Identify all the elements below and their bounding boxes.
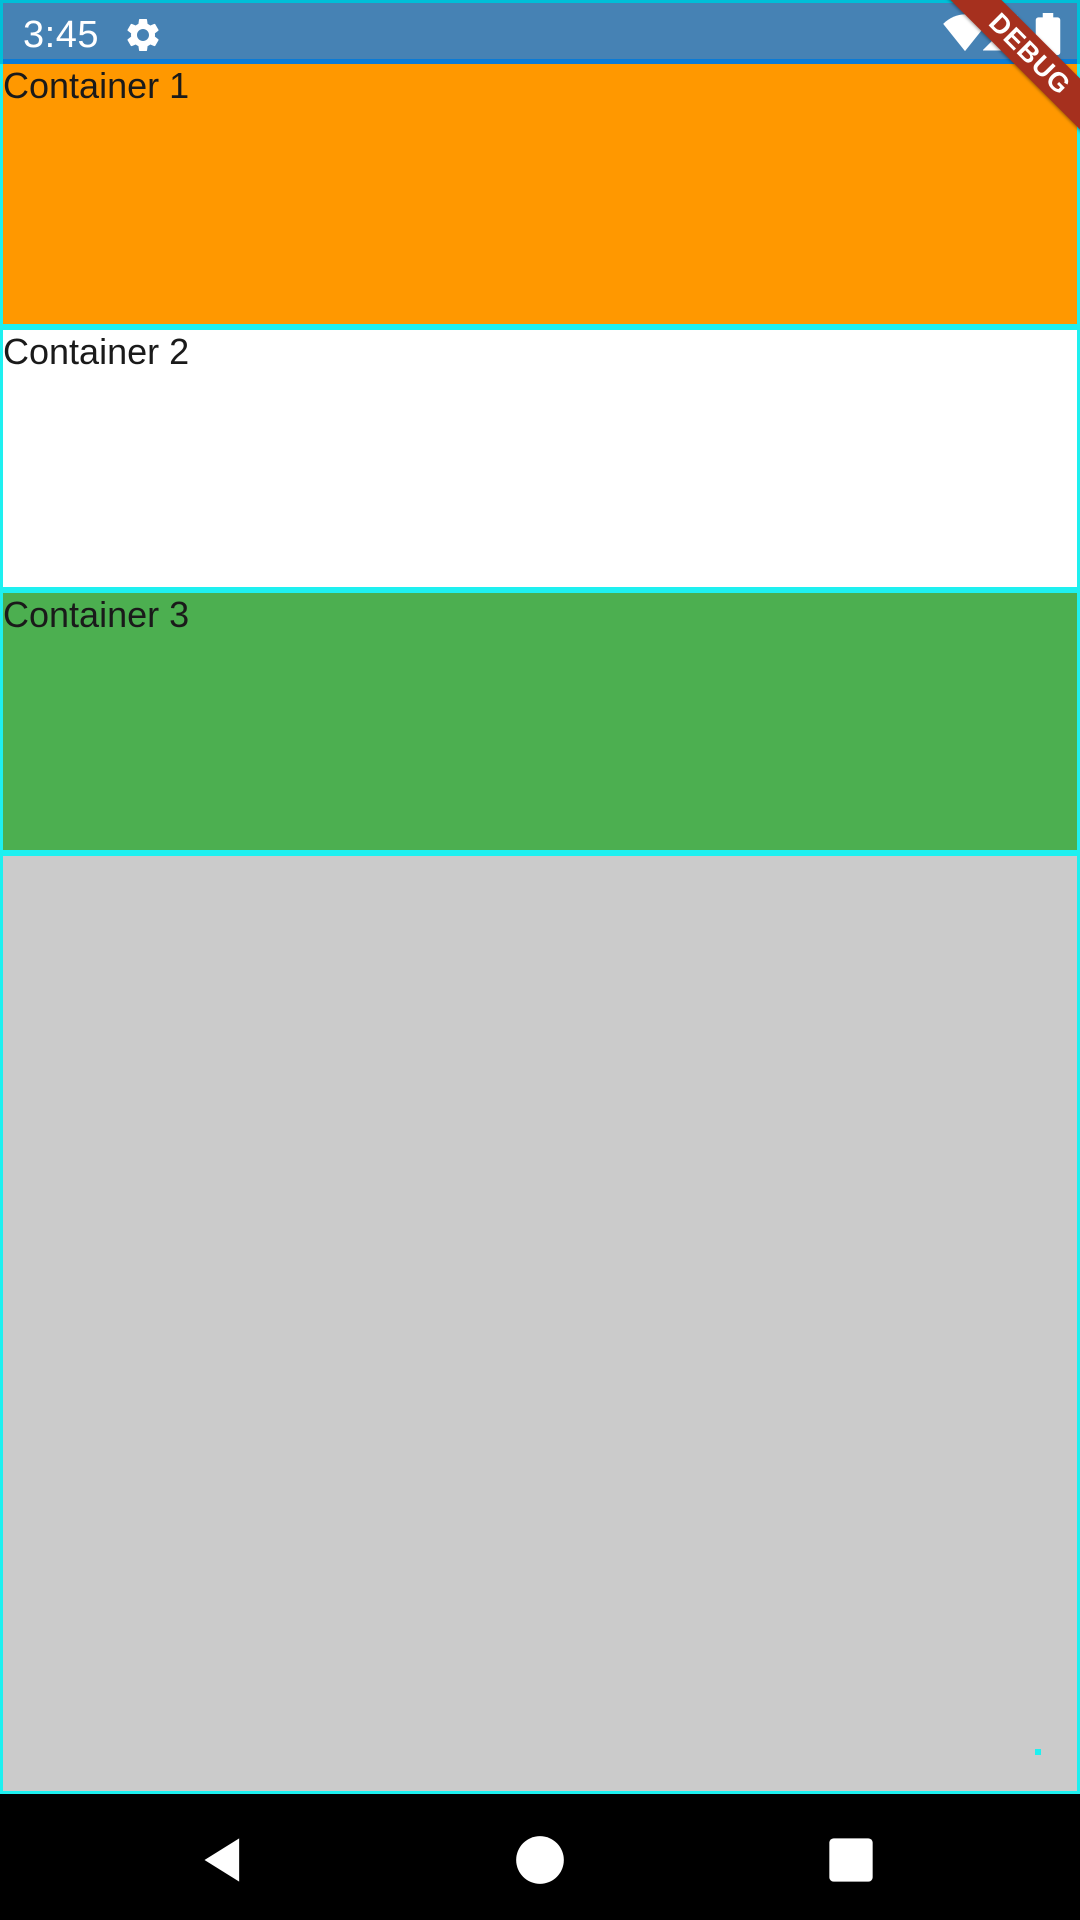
- gear-icon: [127, 18, 159, 51]
- container-1: Container 1: [0, 64, 1080, 327]
- back-icon[interactable]: [198, 1834, 250, 1886]
- signal-icon: [983, 15, 1018, 51]
- app-screen: 3:45 DEBUG Container 1 Container 2 Conta…: [0, 0, 1080, 1920]
- container-3: Container 3: [0, 590, 1080, 853]
- recents-icon[interactable]: [825, 1834, 877, 1886]
- content-column: Container 1 Container 2 Container 3: [0, 64, 1080, 1794]
- container-1-label: Container 1: [3, 65, 190, 106]
- debug-marker-dot: [1035, 1749, 1041, 1755]
- container-3-label: Container 3: [3, 594, 190, 635]
- status-time: 3:45: [23, 14, 99, 56]
- wifi-icon: [943, 14, 987, 52]
- home-icon[interactable]: [514, 1834, 566, 1886]
- container-4: [0, 853, 1080, 1794]
- container-2-label: Container 2: [3, 331, 190, 372]
- status-bar: 3:45: [0, 0, 1080, 64]
- container-2: Container 2: [0, 327, 1080, 590]
- battery-icon: [1035, 13, 1061, 55]
- navigation-bar: [0, 1794, 1080, 1920]
